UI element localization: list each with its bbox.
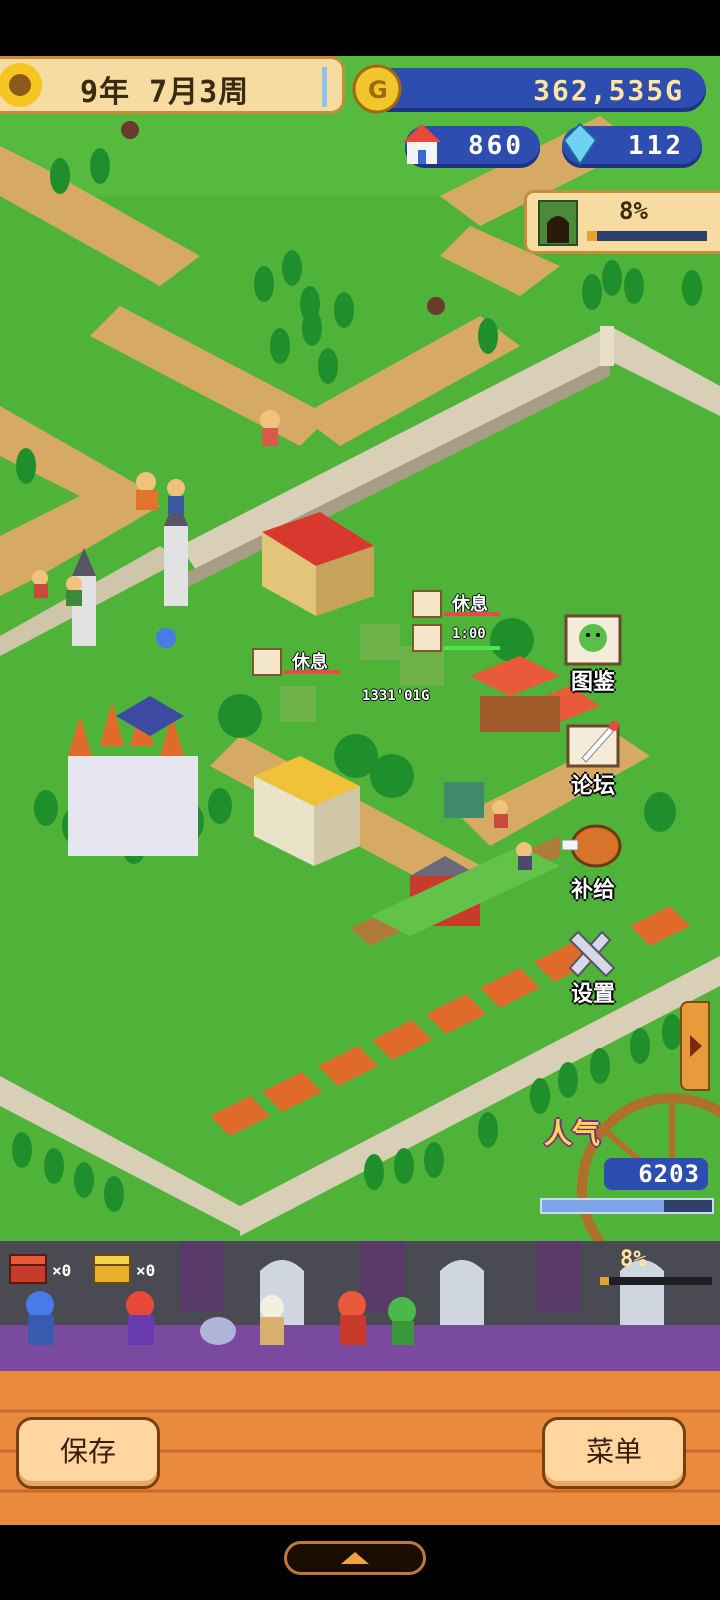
navigation-bar [0, 1525, 720, 1600]
date-scroll-indicator [322, 67, 327, 107]
dragon-icon [564, 614, 622, 666]
frog-sprite [388, 1297, 416, 1345]
bottom-action-bar: 保存 菜单 [0, 1371, 720, 1525]
dungeon-progress-fill [587, 231, 597, 241]
menu-button[interactable]: 菜单 [542, 1417, 686, 1489]
dungeon-progress-label: 8% [619, 197, 648, 225]
encyclopedia-button[interactable]: 图鉴 [548, 606, 638, 696]
expand-drawer-button[interactable] [284, 1541, 426, 1575]
house-icon [403, 124, 441, 164]
population-panel: 860 [403, 124, 540, 168]
date-label: 9年 7月3周 [80, 75, 250, 110]
dungeon-progress-bar [587, 231, 707, 241]
supply-label: 补给 [570, 878, 615, 903]
chevron-up-icon [341, 1552, 369, 1564]
knight-sprite [338, 1291, 366, 1345]
crystal-count: 112 [628, 131, 684, 161]
chevron-right-icon [690, 1035, 702, 1057]
population-count: 860 [468, 131, 524, 161]
cave-icon [538, 200, 578, 246]
popularity-value: 6203 [638, 1160, 700, 1188]
date-panel: 9年 7月3周 [0, 56, 345, 114]
npc-portrait-icon [412, 624, 442, 652]
rest-bar [284, 670, 340, 674]
supply-button[interactable]: 补给 [548, 814, 638, 904]
shop-price-label: 1331'01G [362, 688, 430, 704]
gold-amount: 362,535G [533, 74, 684, 107]
encyclopedia-label: 图鉴 [570, 670, 615, 695]
rest-status-2[interactable]: 休息 [252, 648, 342, 676]
quill-icon [566, 721, 620, 768]
slime-sprite [200, 1317, 236, 1345]
settings-button[interactable]: 设置 [548, 918, 638, 1008]
adventurer-party-strip[interactable]: ×0 ×0 8% [0, 1241, 720, 1371]
svg-text:G: G [368, 76, 388, 104]
popularity-panel: 人气 6203 [512, 1088, 720, 1241]
popularity-bar [540, 1198, 714, 1214]
forum-label: 论坛 [570, 774, 615, 799]
popularity-label: 人气 [544, 1117, 601, 1150]
gold-coin-icon: G [352, 64, 402, 114]
sunflower-icon [0, 63, 42, 107]
gold-panel: G 362,535G [352, 64, 706, 114]
timer-label: 1:00 [452, 626, 486, 642]
rest-bar [444, 612, 500, 616]
npc-portrait-icon [412, 590, 442, 618]
status-bar [0, 0, 720, 56]
wizard-sprite [126, 1291, 154, 1345]
mage-sprite [26, 1291, 54, 1345]
save-button[interactable]: 保存 [16, 1417, 160, 1489]
npc-portrait-icon [252, 648, 282, 676]
rest-status-1[interactable]: 休息 [412, 590, 502, 618]
dungeon-progress-panel[interactable]: 8% [524, 190, 720, 254]
tools-icon [568, 930, 616, 978]
party-members [26, 1291, 416, 1345]
timer-status[interactable]: 1:00 [412, 624, 502, 652]
timer-bar [444, 646, 500, 650]
forum-button[interactable]: 论坛 [548, 710, 638, 800]
warrior-sprite [260, 1295, 284, 1345]
crystal-panel: 112 [562, 122, 702, 168]
expand-side-panel-button[interactable] [680, 1001, 710, 1091]
settings-label: 设置 [570, 982, 615, 1007]
popularity-bar-fill [542, 1200, 665, 1212]
meat-icon [561, 824, 622, 868]
crystal-icon [562, 122, 598, 166]
popularity-value-box: 6203 [604, 1158, 708, 1190]
